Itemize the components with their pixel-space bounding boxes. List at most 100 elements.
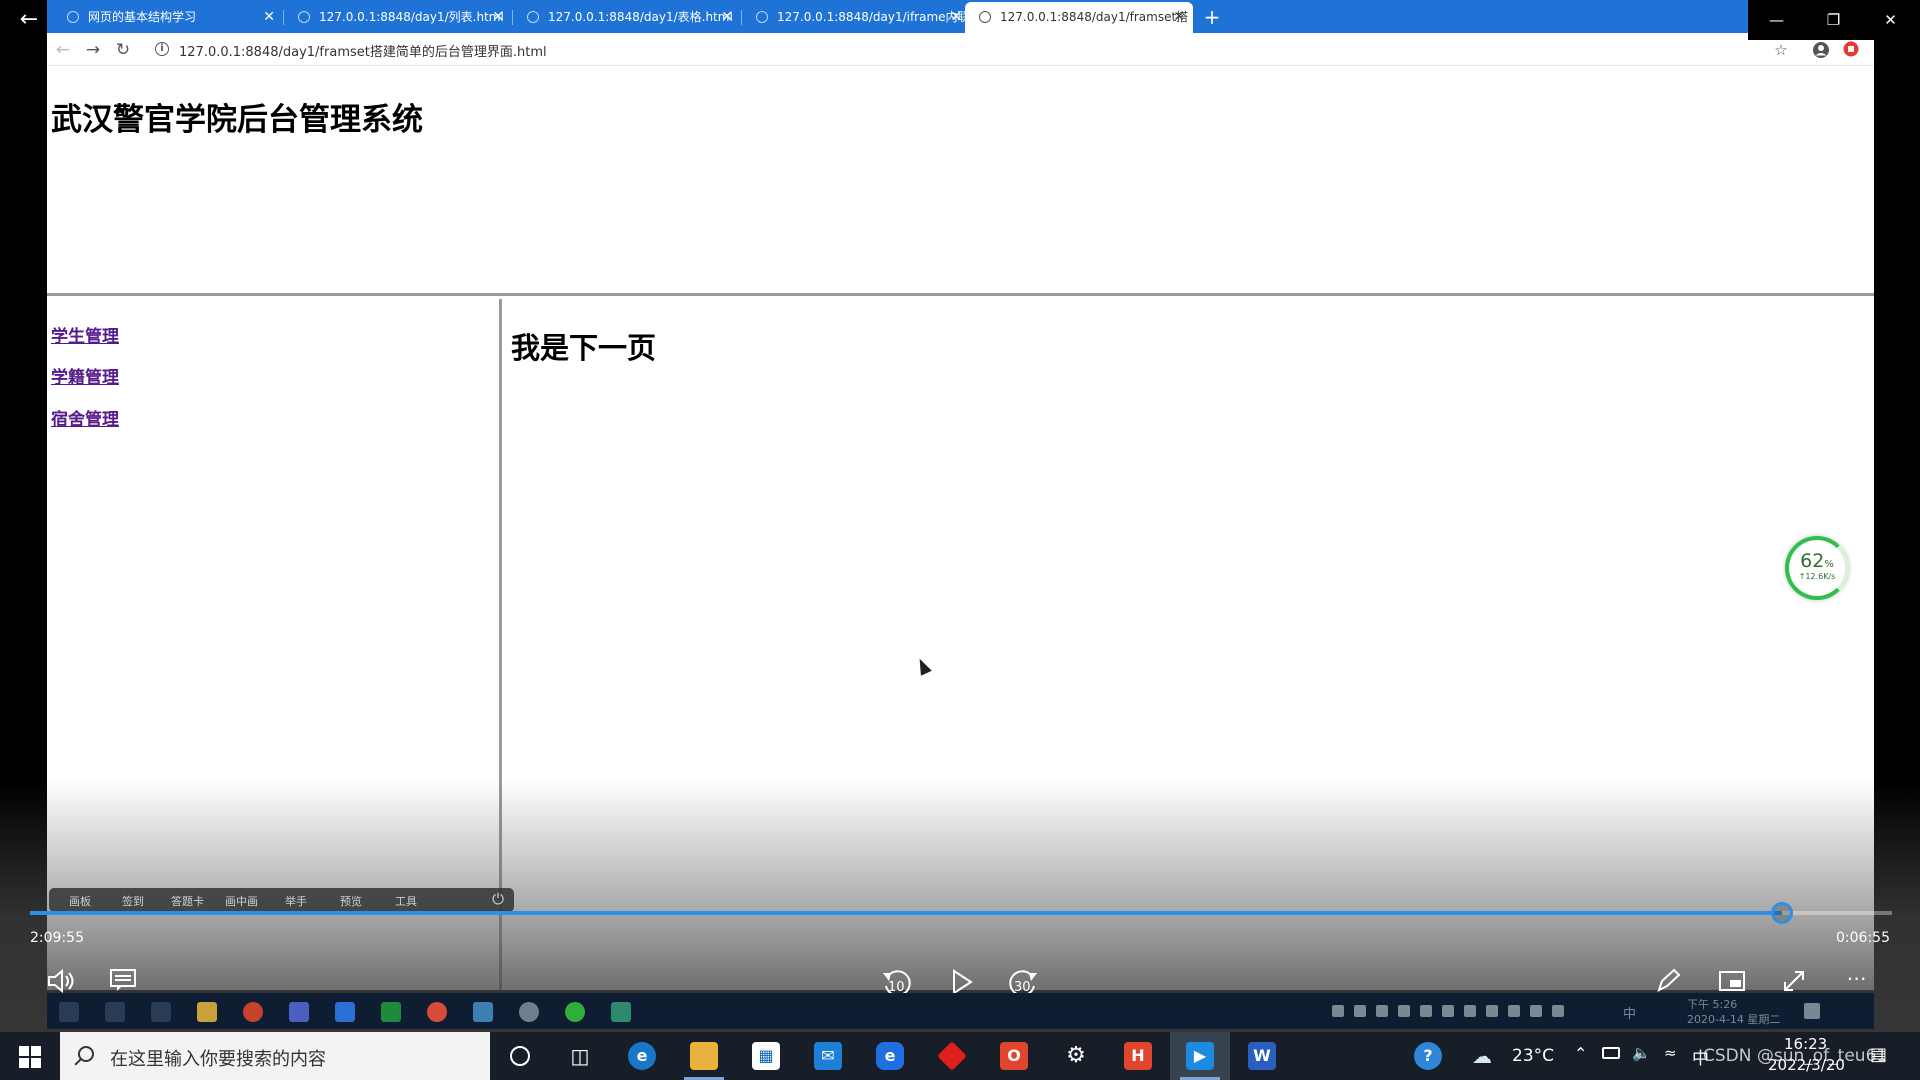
seek-handle[interactable] — [1771, 902, 1794, 924]
taskbar-app-settings[interactable]: ⚙ — [1046, 1032, 1106, 1080]
restore-button[interactable]: ❐ — [1805, 0, 1862, 40]
help-icon[interactable]: ? — [1414, 1042, 1442, 1070]
reload-icon[interactable]: ↻ — [111, 38, 135, 62]
cortana-icon — [510, 1046, 530, 1066]
network-speed-widget[interactable]: 62% ↑12.6K/s — [1785, 536, 1849, 600]
back-arrow-icon[interactable]: ← — [14, 8, 44, 32]
browser-tab[interactable]: 网页的基本结构学习 ✕ — [53, 2, 283, 33]
minimize-button[interactable]: — — [1748, 0, 1805, 40]
fullscreen-icon[interactable] — [1780, 968, 1808, 996]
toolbar-item-check-in[interactable]: 签到 — [122, 893, 144, 909]
classroom-toolbar: 画板 签到 答题卡 画中画 举手 预览 工具 ⏻ — [49, 888, 514, 912]
cortana-button[interactable] — [490, 1032, 550, 1080]
taskbar-app-red[interactable] — [922, 1032, 982, 1080]
subtitles-icon[interactable] — [108, 968, 138, 996]
taskbar-app-video-player[interactable]: ▶ — [1170, 1032, 1230, 1080]
play-button[interactable] — [948, 968, 976, 996]
app-icon: e — [876, 1042, 904, 1070]
menu-link-dormitory[interactable]: 宿舍管理 — [51, 405, 119, 430]
taskbar-app-browser[interactable]: e — [860, 1032, 920, 1080]
search-icon — [105, 1002, 125, 1022]
tab-title: 127.0.0.1:8848/day1/表格.html — [548, 10, 733, 24]
taskbar-search-box[interactable]: 在这里输入你要搜索的内容 — [60, 1032, 490, 1080]
clock-date[interactable]: 2022/3/20 — [1768, 1056, 1845, 1074]
forward-icon[interactable]: → — [81, 38, 105, 62]
profile-icon[interactable] — [1812, 41, 1830, 59]
toolbar-item-drawing-board[interactable]: 画板 — [69, 893, 91, 909]
seek-bar[interactable] — [30, 902, 1892, 924]
search-placeholder: 在这里输入你要搜索的内容 — [110, 1049, 326, 1070]
menu-link-status[interactable]: 学籍管理 — [51, 363, 119, 388]
extension-icon[interactable] — [1842, 41, 1860, 59]
new-tab-button[interactable]: + — [1198, 3, 1226, 31]
browser-toolbar: ← → ↻ i 127.0.0.1:8848/day1/framset搭建简单的… — [47, 33, 1874, 66]
site-info-icon[interactable]: i — [155, 42, 169, 56]
video-clock-time: 下午 5:26 — [1687, 998, 1738, 1011]
speaker-icon[interactable]: 🔈 — [1632, 1044, 1651, 1062]
toolbar-item-picture-in-picture[interactable]: 画中画 — [225, 893, 258, 909]
taskbar-app-edge[interactable]: e — [612, 1032, 672, 1080]
volume-icon[interactable] — [44, 968, 78, 996]
video-recorded-taskbar: 中 下午 5:26 2020-4-14 星期二 — [47, 993, 1874, 1029]
toolbar-item-tools[interactable]: 工具 — [395, 893, 417, 909]
browser-tab[interactable]: 127.0.0.1:8848/day1/列表.html ✕ — [284, 2, 512, 33]
content-heading: 我是下一页 — [511, 331, 657, 365]
page-favicon-icon — [979, 11, 991, 23]
task-view-icon — [151, 1002, 171, 1022]
back-icon[interactable]: ← — [51, 38, 75, 62]
tray-icon — [1420, 1005, 1432, 1017]
clock-time[interactable]: 16:23 — [1784, 1035, 1827, 1053]
close-window-button[interactable]: ✕ — [1862, 0, 1919, 40]
close-tab-icon[interactable]: ✕ — [263, 2, 275, 33]
tab-bar: 网页的基本结构学习 ✕ 127.0.0.1:8848/day1/列表.html … — [47, 0, 1874, 33]
close-tab-icon[interactable]: ✕ — [1173, 2, 1185, 33]
tray-icon — [1508, 1005, 1520, 1017]
toolbar-item-answer-card[interactable]: 答题卡 — [171, 893, 204, 909]
menu-link-student[interactable]: 学生管理 — [51, 322, 119, 347]
pen-icon[interactable] — [1654, 968, 1682, 996]
powerpoint-icon — [243, 1002, 263, 1022]
more-options-icon[interactable]: ⋯ — [1842, 968, 1872, 994]
close-tab-icon[interactable]: ✕ — [492, 2, 504, 33]
app-icon — [473, 1002, 493, 1022]
taskbar-app-office[interactable]: O — [984, 1032, 1044, 1080]
taskbar-app-file-explorer[interactable] — [674, 1032, 734, 1080]
wifi-icon[interactable]: ≈ — [1664, 1044, 1677, 1062]
wechat-icon — [565, 1002, 585, 1022]
toolbar-item-raise-hand[interactable]: 举手 — [285, 893, 307, 909]
taskbar-app-word[interactable]: W — [1232, 1032, 1292, 1080]
tray-icon — [1332, 1005, 1344, 1017]
video-clock-date: 2020-4-14 星期二 — [1687, 1013, 1781, 1026]
elapsed-time: 2:09:55 — [30, 930, 84, 946]
browser-tab-active[interactable]: 127.0.0.1:8848/day1/framset搭 ✕ — [965, 2, 1193, 33]
page-favicon-icon — [67, 11, 79, 23]
task-view-button[interactable]: ◫ — [550, 1032, 610, 1080]
chevron-up-icon[interactable]: ⌃ — [1574, 1044, 1587, 1063]
word-icon: W — [1248, 1042, 1276, 1070]
start-button[interactable] — [0, 1032, 60, 1080]
close-tab-icon[interactable]: ✕ — [721, 2, 733, 33]
bookmark-star-icon[interactable]: ☆ — [1772, 41, 1790, 59]
gear-icon: ⚙ — [1066, 1043, 1086, 1068]
battery-icon[interactable] — [1602, 1047, 1620, 1059]
weather-temperature[interactable]: 23°C — [1512, 1046, 1554, 1066]
toolbar-item-preview[interactable]: 预览 — [340, 893, 362, 909]
picture-in-picture-icon[interactable] — [1717, 970, 1747, 994]
notification-center-icon[interactable]: ▤ — [1870, 1044, 1887, 1065]
app-icon — [335, 1002, 355, 1022]
browser-tab[interactable]: 127.0.0.1:8848/day1/表格.html ✕ — [513, 2, 741, 33]
taskbar-app-hbuilder[interactable]: H — [1108, 1032, 1168, 1080]
chrome-icon — [427, 1002, 447, 1022]
taskbar-app-store[interactable]: ▦ — [736, 1032, 796, 1080]
top-frame: 武汉警官学院后台管理系统 — [47, 67, 1874, 296]
video-player: ← 网页的基本结构学习 ✕ 127.0.0.1:8848/day1/列表.htm… — [0, 0, 1920, 1032]
close-tab-icon[interactable]: ✕ — [950, 2, 962, 33]
address-bar[interactable]: 127.0.0.1:8848/day1/framset搭建简单的后台管理界面.h… — [179, 41, 547, 60]
weather-icon[interactable]: ☁ — [1472, 1044, 1492, 1068]
power-icon[interactable]: ⏻ — [492, 890, 504, 908]
taskbar-app-mail[interactable]: ✉ — [798, 1032, 858, 1080]
browser-tab[interactable]: 127.0.0.1:8848/day1/iframe内联 ✕ — [742, 2, 970, 33]
video-player-icon: ▶ — [1186, 1042, 1214, 1070]
hbuilder-icon: H — [1124, 1042, 1152, 1070]
tray-icon — [1486, 1005, 1498, 1017]
